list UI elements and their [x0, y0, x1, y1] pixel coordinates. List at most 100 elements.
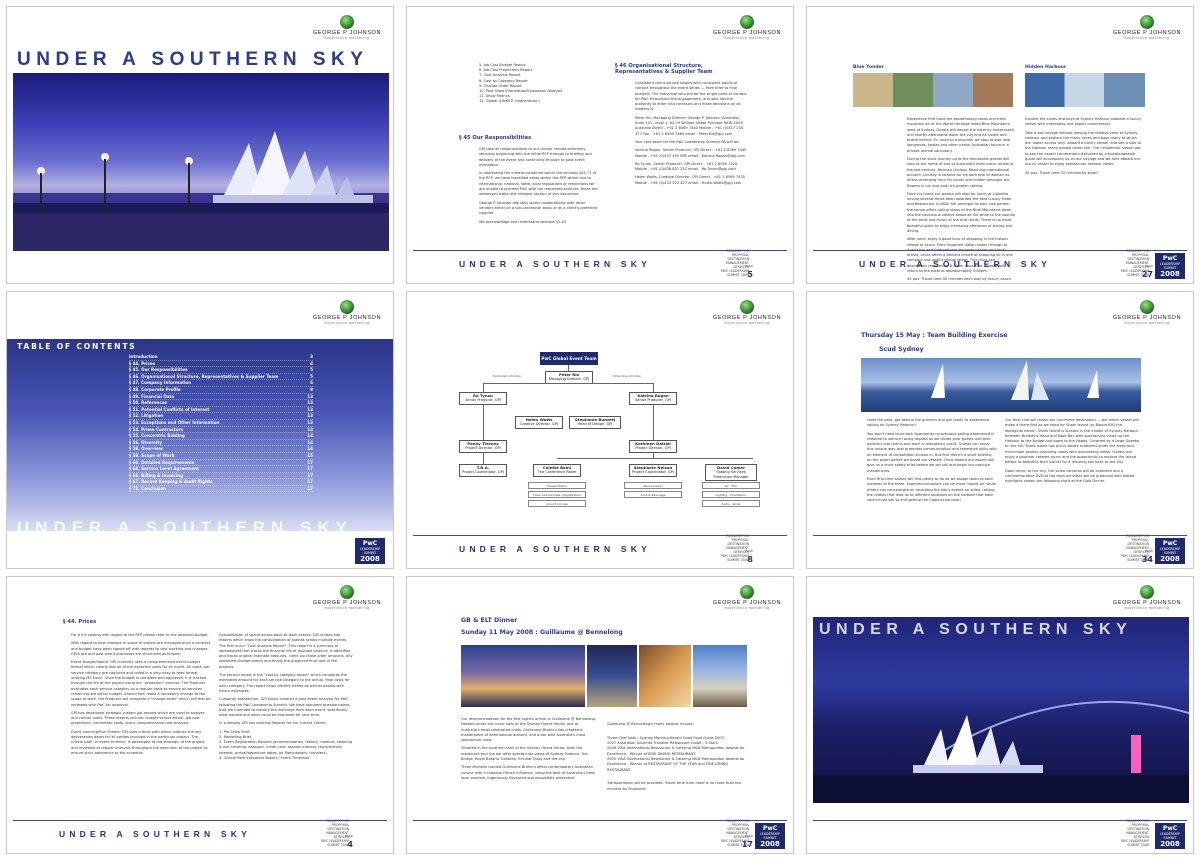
event-heading: Thursday 15 May : Team Building Exercise [861, 332, 1008, 339]
org-penny-tierney: Penny Tierney Project Director, GPJ [459, 440, 507, 453]
toc-entry[interactable]: § 54. Prime Contractors 13 [129, 427, 313, 434]
toc-entry-page: 14 [307, 433, 313, 439]
dinner-left-text: Our recommendation for the first night's… [461, 717, 597, 780]
footer-title: UNDER A SOUTHERN SKY [459, 544, 651, 554]
toc-entry-label: § 47. Company Information [129, 380, 192, 386]
connector [557, 458, 753, 459]
harbour-illustration [813, 700, 1189, 803]
page-tours[interactable]: GEORGE P JOHNSON experience marketing Bl… [806, 6, 1194, 284]
org-david-comer: David Comer Staging Services Production M… [705, 464, 757, 482]
page-prices[interactable]: GEORGE P JOHNSON experience marketing § … [6, 576, 394, 854]
org-colette-baini: Colette Baini The Conference Room [533, 464, 581, 477]
org-subtask: Transportation [528, 482, 586, 489]
toc-entry[interactable]: § 49. Financial Data 13 [129, 394, 313, 401]
page-label: PAGE [745, 834, 753, 838]
globe-icon [740, 15, 754, 29]
interior-photo [587, 645, 637, 707]
toc-entry[interactable]: § 45. Our Responsibilities 5 [129, 367, 313, 374]
page-org-chart[interactable]: GEORGE P JOHNSON experience marketing Pw… [406, 291, 794, 569]
toc-entry[interactable]: § 46. Organisational Structure, Represen… [129, 374, 313, 381]
toc-list: Introduction 3 § 44. Prices 4 § 45. Our Resp… [129, 354, 313, 493]
toc-entry-page: 3 [310, 354, 313, 359]
toc-entry[interactable]: Introduction 3 [129, 354, 313, 361]
toc-entry-label: § 66. Billing & Invoicing [129, 472, 184, 478]
toc-entry[interactable]: § 66. Billing & Invoicing 17 [129, 473, 313, 480]
back-cover-title: UNDER A SOUTHERN SKY [819, 621, 1133, 638]
logo: GEORGE P JOHNSON experience marketing [1111, 300, 1183, 325]
org-caption-left: Dedicated Activities [493, 374, 521, 378]
footer-title: UNDER A SOUTHERN SKY [59, 829, 251, 839]
section-45-heading: § 45 Our Responsibilities [459, 135, 532, 141]
toc-entry[interactable]: § 71. Conclusion 17 [129, 486, 313, 493]
toc-entry-page: 17 [307, 459, 313, 465]
connector [483, 452, 484, 464]
paragraph: Helen Watts, Creative Director, GPJ Dire… [635, 175, 746, 185]
connector [653, 452, 654, 458]
toc-entry-page: 13 [307, 413, 313, 419]
hidden-harbour-label: Hidden Harbour [1025, 65, 1067, 70]
toc-entry[interactable]: § 44. Prices 4 [129, 361, 313, 368]
toc-entry[interactable]: § 53. Exceptions and Other Information 13 [129, 420, 313, 427]
footer-title: UNDER A SOUTHERN SKY [459, 259, 651, 269]
logo-tagline: experience marketing [324, 36, 370, 40]
toc-entry-page: 17 [307, 479, 313, 485]
opera-house-photo [13, 73, 389, 251]
toc-entry-page: 17 [307, 466, 313, 472]
page-dinner[interactable]: GEORGE P JOHNSON experience marketing GB… [406, 576, 794, 854]
prices-left-text: For a full costing with regard to the RF… [71, 633, 211, 755]
hidden-harbour-text: Explore the coves and bays of Sydney Har… [1025, 117, 1142, 175]
toc-entry[interactable]: § 59. Scope of Work 15 [129, 453, 313, 460]
toc-entry[interactable]: § 67. Record Keeping & Audit Rights 17 [129, 479, 313, 486]
logo: GEORGE P JOHNSON experience marketing [311, 585, 383, 610]
footer-meta: REQUEST FOR PROPOSAL DESTINATION MANAGEM… [720, 534, 749, 562]
toc-entry[interactable]: § 55. Concentric Bidding 14 [129, 433, 313, 440]
paragraph: Katrina Rogan, Senior Producer, GPJ Dire… [635, 148, 747, 158]
scud-right-text: Our final clue will reveal our lunchtime… [1005, 418, 1140, 484]
toc-entry-page: 13 [307, 419, 313, 425]
blue-yonder-label: Blue Yonder [853, 65, 885, 70]
toc-entry-label: § 67. Record Keeping & Audit Rights [129, 479, 213, 485]
toc-entry[interactable]: § 58. Overview 14 [129, 446, 313, 453]
page-table-of-contents[interactable]: GEORGE P JOHNSON experience marketing TA… [6, 291, 394, 569]
connector [483, 383, 484, 392]
toc-entry[interactable]: § 60. Detailed Requirements 17 [129, 460, 313, 467]
footer-meta: REQUEST FOR PROPOSAL DESTINATION MANAGEM… [320, 819, 349, 847]
toc-entry[interactable]: § 47. Company Information 6 [129, 380, 313, 387]
toc-entry-label: Introduction [129, 354, 158, 359]
page-back-cover[interactable]: GEORGE P JOHNSON experience marketing UN… [806, 576, 1194, 854]
logo: GEORGE P JOHNSON experience marketing [1111, 585, 1183, 610]
toc-entry[interactable]: § 48. Corporate Profile 9 [129, 387, 313, 394]
logo-tagline: experience marketing [324, 606, 370, 610]
org-subtask: Audio - Jands [702, 500, 760, 507]
toc-entry-label: § 60. Detailed Requirements [129, 459, 195, 465]
toc-big-title: UNDER A SOUTHERN SKY [17, 518, 353, 537]
toc-entry-label: § 55. Concentric Bidding [129, 433, 185, 439]
toc-entry[interactable]: § 52. Litigation 13 [129, 413, 313, 420]
sailboats-illustration [931, 360, 1099, 400]
page-responsibilities[interactable]: GEORGE P JOHNSON experience marketing 5.… [406, 6, 794, 284]
logo-tagline: experience marketing [324, 321, 370, 325]
footer-meta: REQUEST FOR PROPOSAL DESTINATION MANAGEM… [720, 249, 749, 277]
logo: GEORGE P JOHNSON experience marketing [1111, 15, 1183, 40]
logo: GEORGE P JOHNSON experience marketing [311, 300, 383, 325]
org-subtask: AV - TDC [702, 482, 760, 489]
toc-entry[interactable]: § 51. Potential Conflicts of Interest 13 [129, 407, 313, 414]
section-45-body: GPJ take all responsibilities to our cli… [479, 147, 599, 228]
dinner-subheading: Sunday 11 May 2008 : Guillaume @ Bennelo… [461, 629, 623, 636]
globe-icon [1140, 15, 1154, 29]
toc-entry[interactable]: § 50. References 13 [129, 400, 313, 407]
toc-entry-label: § 49. Financial Data [129, 393, 175, 399]
paragraph: Your core team for the PwC Leadership Su… [635, 139, 740, 144]
summit-badge: PwC LEADERSHIP SUMMIT 2008 [1155, 823, 1185, 849]
logo-tagline: experience marketing [724, 36, 770, 40]
page-cover[interactable]: GEORGE P JOHNSON experience marketing UN… [6, 6, 394, 284]
connector [483, 404, 484, 440]
toc-entry[interactable]: § 64. Service Level Agreement 17 [129, 466, 313, 473]
paragraph: GPJ take all responsibilities to our cli… [479, 147, 592, 167]
page-label: PAGE [1145, 264, 1153, 268]
page-label: PAGE [345, 834, 353, 838]
toc-entry[interactable]: § 56. Diversity 14 [129, 440, 313, 447]
page-team-building[interactable]: GEORGE P JOHNSON experience marketing Th… [806, 291, 1194, 569]
opera-house-photo [461, 645, 585, 707]
paragraph: In addressing the criteria contained wit… [479, 171, 598, 197]
